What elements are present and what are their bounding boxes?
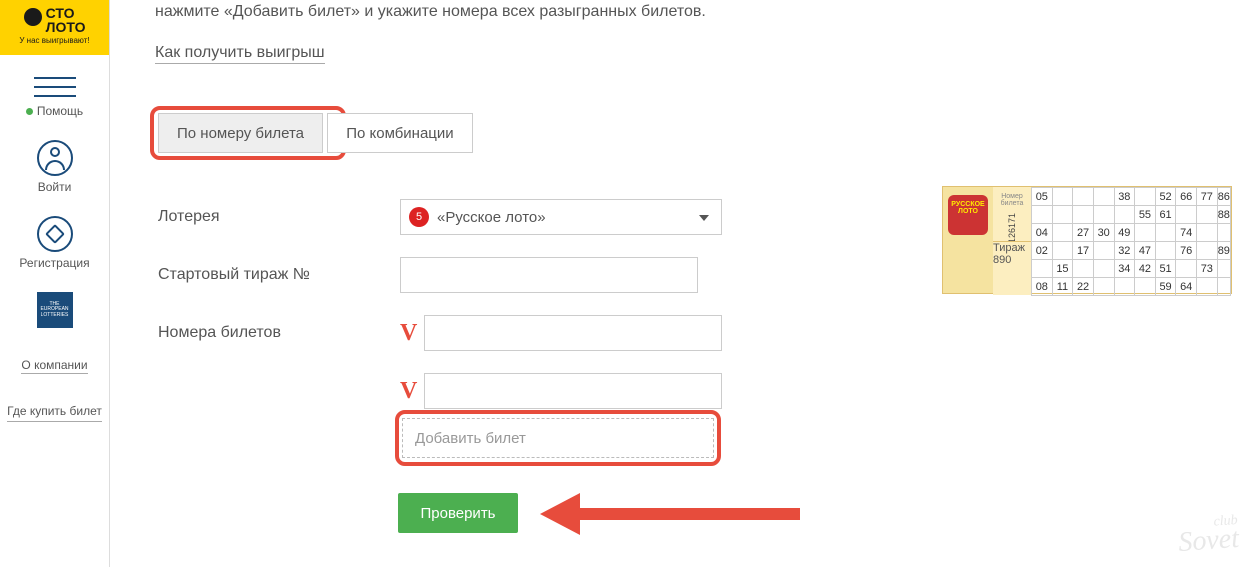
logo-tagline: У нас выигрывают!: [0, 36, 109, 45]
chevron-down-icon: [699, 215, 709, 221]
ticket-number-header: Номер билета: [993, 187, 1031, 207]
rusloto-logo-icon: РУССКОЕЛОТО: [948, 195, 988, 235]
draw-label: Стартовый тираж №: [158, 266, 400, 284]
intro-line: нажмите «Добавить билет» и укажите номер…: [155, 0, 1249, 24]
rusloto-icon: 5: [409, 207, 429, 227]
status-dot-icon: [26, 108, 33, 115]
ticket-input-1[interactable]: [424, 315, 722, 351]
tab-group: По номеру билета По комбинации: [158, 113, 473, 153]
intro-text: нажмите «Добавить билет» и укажите номер…: [155, 0, 1249, 24]
arrow-annotation: [540, 493, 800, 533]
how-to-win-link[interactable]: Как получить выигрыш: [155, 44, 325, 64]
ticket-draw-col: Тираж 890: [993, 241, 1031, 295]
checkmark-icon: V: [400, 320, 424, 347]
logo[interactable]: СТОЛОТО У нас выигрывают!: [0, 0, 109, 55]
content-area: нажмите «Добавить билет» и укажите номер…: [155, 0, 1249, 64]
add-ticket-button[interactable]: Добавить билет: [402, 418, 714, 458]
pen-icon: [37, 216, 73, 252]
tab-by-combination[interactable]: По комбинации: [327, 113, 472, 153]
ticket-input-2[interactable]: [424, 373, 722, 409]
ticket-draw-value: 890: [993, 254, 1031, 266]
checkmark-icon: V: [400, 378, 424, 405]
check-form: Лотерея 5 «Русское лото» Стартовый тираж…: [158, 197, 722, 429]
logo-icon: [24, 8, 42, 26]
hamburger-icon[interactable]: [34, 77, 76, 97]
where-buy-link[interactable]: Где купить билет: [7, 404, 102, 422]
about-link[interactable]: О компании: [21, 358, 87, 374]
ticket-grid: 0538526677865561880427304974021732477689…: [1031, 187, 1231, 293]
logo-text: СТОЛОТО: [46, 6, 86, 34]
tab-by-ticket-number[interactable]: По номеру билета: [158, 113, 323, 153]
help-link[interactable]: Помощь: [0, 104, 109, 118]
lottery-label: Лотерея: [158, 208, 400, 226]
user-icon: [37, 140, 73, 176]
check-button[interactable]: Проверить: [398, 493, 518, 533]
sidebar: СТОЛОТО У нас выигрывают! Помощь Войти Р…: [0, 0, 110, 567]
ticket-logo-panel: РУССКОЕЛОТО: [943, 187, 993, 293]
tickets-label: Номера билетов: [158, 324, 400, 342]
watermark: club Sovet: [1177, 513, 1240, 559]
draw-input[interactable]: [400, 257, 698, 293]
register-button[interactable]: Регистрация: [0, 216, 109, 270]
euro-lotteries-badge[interactable]: THE EUROPEAN LOTTERIES: [37, 292, 73, 328]
lottery-select[interactable]: 5 «Русское лото»: [400, 199, 722, 235]
ticket-draw-header: Тираж: [993, 242, 1031, 254]
login-button[interactable]: Войти: [0, 140, 109, 194]
ticket-sample: РУССКОЕЛОТО Номер билета 00126171 Тираж …: [942, 186, 1232, 294]
lottery-value: «Русское лото»: [437, 209, 546, 226]
